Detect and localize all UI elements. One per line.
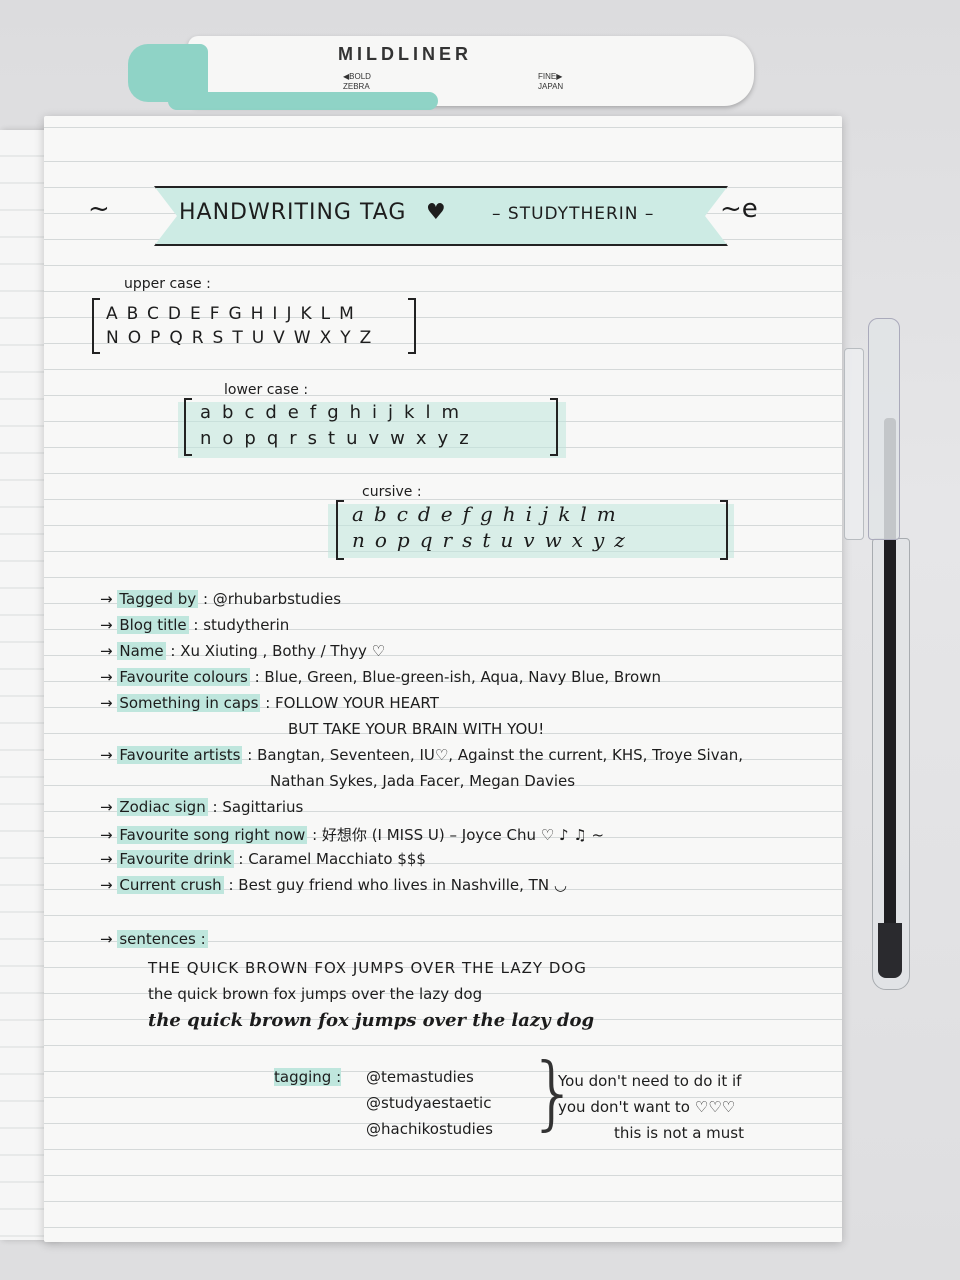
pen-cap [868, 318, 900, 540]
entry-key: Zodiac sign [117, 798, 208, 816]
tagging-label: tagging : [274, 1068, 342, 1086]
tagged-user-3: @hachikostudies [366, 1120, 493, 1138]
entry-artists-continued: Nathan Sykes, Jada Facer, Megan Davies [270, 772, 575, 790]
cursive-box: abcdefghijklm nopqrstuvwxyz [336, 500, 728, 560]
page-byline: – STUDYTHERIN – [492, 204, 655, 224]
upper-case-label: upper case : [124, 276, 211, 292]
entry-favourite-colours: → Favourite colours : Blue, Green, Blue-… [100, 668, 661, 686]
entry-value: : studytherin [193, 616, 290, 634]
sentence-cursive: the quick brown fox jumps over the lazy … [148, 1010, 595, 1031]
highlighter-maker: ZEBRA [343, 82, 370, 91]
upper-case-row-2: NOPQRSTUVWXYZ [106, 328, 381, 348]
brace-icon: } [528, 1046, 579, 1139]
highlighter-bold-label: ◀BOLD [343, 72, 371, 81]
entry-value: : Xu Xiuting , Bothy / Thyy ♡ [170, 642, 386, 660]
entry-value: : Sagittarius [212, 798, 304, 816]
page-title: HANDWRITING TAG [179, 200, 407, 225]
entry-key: Favourite drink [117, 850, 234, 868]
lower-case-box: abcdefghijklm nopqrstuvwxyz [184, 398, 558, 456]
entry-value: Nathan Sykes, Jada Facer, Megan Davies [270, 772, 576, 790]
entry-value: : Blue, Green, Blue-green-ish, Aqua, Nav… [254, 668, 661, 686]
tagging-note-2: you don't want to ♡♡♡ [558, 1098, 736, 1116]
entry-zodiac-sign: → Zodiac sign : Sagittarius [100, 798, 304, 816]
entry-tagged-by: → Tagged by : @rhubarbstudies [100, 590, 342, 608]
heart-icon: ♥ [426, 200, 446, 225]
swirl-right: ~e [720, 194, 758, 224]
tagged-user-1: @temastudies [366, 1068, 474, 1086]
entry-caps-continued: BUT TAKE YOUR BRAIN WITH YOU! [288, 720, 544, 738]
highlighter-clip [168, 92, 438, 110]
highlighter-fine-label: FINE▶ [538, 72, 563, 81]
entry-key: Blog title [117, 616, 189, 634]
entry-key: Name [117, 642, 166, 660]
lower-case-label: lower case : [224, 382, 309, 398]
upper-case-row-1: ABCDEFGHIJKLM [106, 304, 363, 324]
entry-key: Favourite colours [117, 668, 250, 686]
cursive-row-1: abcdefghijklm [352, 502, 626, 526]
notebook-page: ~ ~e HANDWRITING TAG ♥ – STUDYTHERIN – u… [44, 116, 842, 1242]
cursive-row-2: nopqrstuvwxyz [352, 528, 635, 552]
entry-key: Current crush [117, 876, 224, 894]
sentences-label: sentences : [117, 930, 208, 948]
cursive-label: cursive : [362, 484, 422, 500]
sentence-lowercase: the quick brown fox jumps over the lazy … [148, 985, 483, 1003]
mildliner-highlighter: MILDLINER ◀BOLD ZEBRA FINE▶ JAPAN [128, 36, 754, 120]
lower-case-row-2: nopqrstuvwxyz [200, 428, 480, 449]
swirl-left: ~ [88, 194, 110, 224]
tagging-note-3: this is not a must [614, 1124, 744, 1142]
entry-key: Something in caps [117, 694, 261, 712]
pen-clip [844, 348, 864, 540]
entry-current-crush: → Current crush : Best guy friend who li… [100, 876, 567, 894]
tagging-note-1: You don't need to do it if [558, 1072, 742, 1090]
entry-value: : FOLLOW YOUR HEART [265, 694, 439, 712]
pen-grip [878, 923, 902, 978]
tagged-user-2: @studyaestaetic [366, 1094, 492, 1112]
gel-pen [838, 318, 914, 990]
sentences-heading: → sentences : [100, 930, 208, 948]
sentence-uppercase: THE QUICK BROWN FOX JUMPS OVER THE LAZY … [148, 959, 587, 977]
entry-key: Favourite artists [117, 746, 243, 764]
entry-value: : Caramel Macchiato $$$ [238, 850, 426, 868]
upper-case-box: ABCDEFGHIJKLM NOPQRSTUVWXYZ [92, 298, 416, 354]
highlighter-origin: JAPAN [538, 82, 564, 91]
entry-value: BUT TAKE YOUR BRAIN WITH YOU! [288, 720, 545, 738]
entry-blog-title: → Blog title : studytherin [100, 616, 290, 634]
lower-case-row-1: abcdefghijklm [200, 402, 470, 423]
entry-value: : Bangtan, Seventeen, IU♡, Against the c… [247, 746, 744, 764]
entry-favourite-drink: → Favourite drink : Caramel Macchiato $$… [100, 850, 426, 868]
entry-value: : 好想你 (I MISS U) – Joyce Chu ♡ ♪ ♫ ~ [312, 826, 605, 844]
entry-favourite-artists: → Favourite artists : Bangtan, Seventeen… [100, 746, 744, 764]
entry-favourite-song: → Favourite song right now : 好想你 (I MISS… [100, 826, 605, 844]
entry-something-in-caps: → Something in caps : FOLLOW YOUR HEART [100, 694, 439, 712]
entry-name: → Name : Xu Xiuting , Bothy / Thyy ♡ [100, 642, 386, 660]
highlighter-brand: MILDLINER [338, 44, 472, 64]
entry-value: : @rhubarbstudies [202, 590, 342, 608]
entry-key: Favourite song right now [117, 826, 308, 844]
entry-value: : Best guy friend who lives in Nashville… [228, 876, 567, 894]
entry-key: Tagged by [117, 590, 199, 608]
